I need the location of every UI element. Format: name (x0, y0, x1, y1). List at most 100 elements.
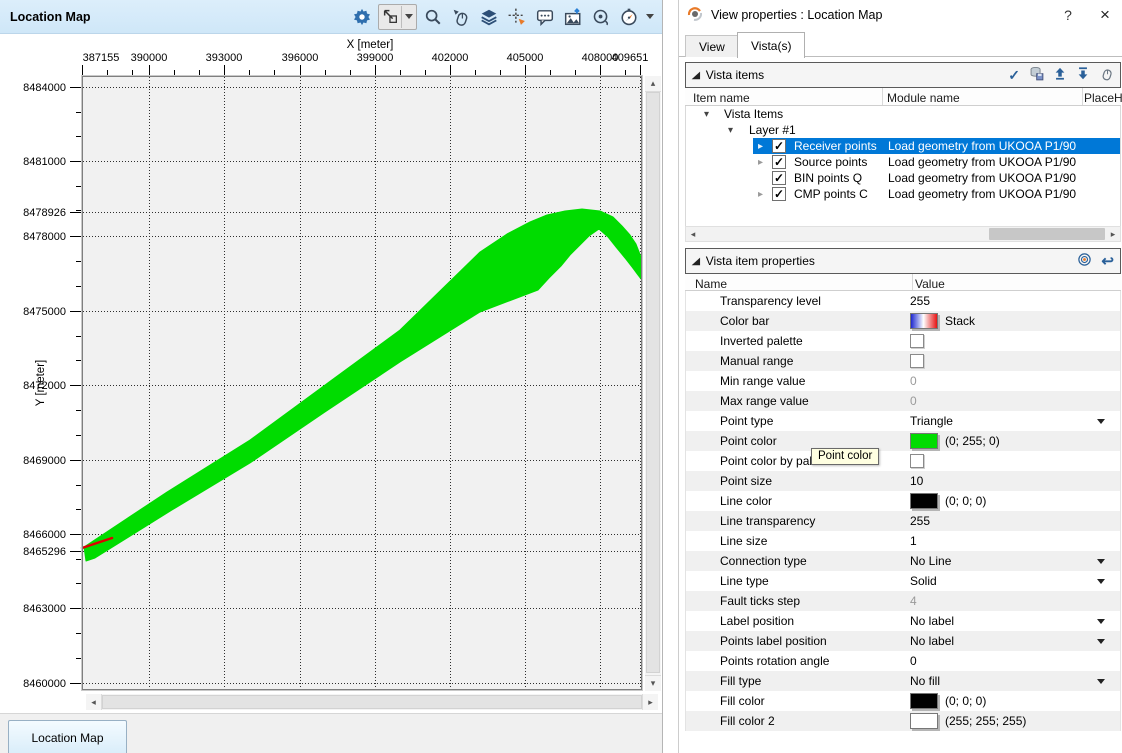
property-value[interactable]: (0; 0; 0) (910, 493, 986, 509)
tree-row-vista-items[interactable]: ▾ Vista Items (686, 106, 1120, 122)
tab-location-map-label: Location Map (31, 731, 103, 745)
scrollbar-thumb[interactable] (989, 228, 1105, 240)
property-value[interactable]: 1 (910, 534, 917, 548)
tree-row-layer-1[interactable]: ▾ Layer #1 (686, 122, 1120, 138)
property-value[interactable]: No label (910, 634, 954, 648)
item-checkbox[interactable]: ✓ (772, 171, 786, 185)
tab-location-map[interactable]: Location Map (8, 720, 127, 753)
compass-dropdown[interactable] (646, 14, 654, 19)
color-swatch[interactable] (910, 693, 938, 709)
scroll-right-icon[interactable]: ▸ (642, 694, 658, 710)
select-view-dropdown[interactable] (401, 6, 416, 28)
property-value[interactable]: No fill (910, 674, 940, 688)
comment-icon[interactable] (533, 5, 557, 29)
column-name[interactable]: Name (695, 277, 727, 291)
check-all-icon[interactable]: ✓ (1008, 67, 1020, 84)
expand-arrow-icon[interactable]: ▸ (758, 189, 763, 200)
vista-items-section-header[interactable]: ◢ Vista items ✓ (685, 62, 1121, 88)
tree-row-cmp-points[interactable]: ▸ ✓ CMP points C Load geometry from UKOO… (686, 186, 1120, 202)
scroll-up-icon[interactable]: ▴ (645, 76, 661, 92)
item-checkbox[interactable]: ✓ (772, 155, 786, 169)
property-value[interactable]: 0 (910, 654, 917, 668)
checkbox[interactable] (910, 354, 924, 368)
property-value[interactable] (910, 454, 924, 468)
property-value[interactable]: Solid (910, 574, 937, 588)
checkbox[interactable] (910, 334, 924, 348)
properties-grid: Transparency level255Color barStackInver… (685, 291, 1121, 731)
collapse-triangle-icon[interactable]: ◢ (692, 70, 700, 81)
scroll-down-icon[interactable]: ▾ (645, 675, 661, 691)
tree-horizontal-scrollbar[interactable]: ◂ ▸ (685, 226, 1121, 242)
scroll-left-icon[interactable]: ◂ (686, 227, 700, 241)
view-properties-dialog: View properties : Location Map ? × View … (678, 0, 1122, 753)
property-value[interactable]: 255 (910, 514, 930, 528)
dropdown-caret-icon[interactable] (1097, 639, 1105, 644)
move-down-icon[interactable] (1076, 66, 1090, 84)
mouse-select-icon[interactable] (449, 5, 473, 29)
color-swatch[interactable] (910, 433, 938, 449)
scroll-right-icon[interactable]: ▸ (1106, 227, 1120, 241)
database-save-icon[interactable] (1029, 66, 1044, 84)
collapse-arrow-icon[interactable]: ▾ (728, 125, 733, 136)
dropdown-caret-icon[interactable] (1097, 559, 1105, 564)
collapse-arrow-icon[interactable]: ▾ (704, 109, 709, 120)
pick-position-icon[interactable] (505, 5, 529, 29)
property-value[interactable]: (0; 0; 0) (910, 693, 986, 709)
property-value[interactable]: Stack (910, 313, 975, 329)
checkbox[interactable] (910, 454, 924, 468)
column-placeholder[interactable]: PlaceH (1084, 91, 1122, 105)
property-value[interactable]: No label (910, 614, 954, 628)
settings-icon[interactable] (350, 5, 374, 29)
scrollbar-thumb[interactable] (102, 695, 642, 709)
property-value[interactable]: Triangle (910, 414, 953, 428)
location-map-plot[interactable]: 3871553900003930003960003990004020004050… (0, 33, 662, 713)
tab-vistas[interactable]: Vista(s) (737, 32, 805, 58)
export-image-icon[interactable] (561, 5, 585, 29)
map-vertical-scrollbar[interactable]: ▴ ▾ (645, 76, 661, 691)
compass-icon[interactable] (617, 5, 641, 29)
target-icon[interactable] (1077, 252, 1092, 270)
layers-icon[interactable] (477, 5, 501, 29)
zoom-region-icon[interactable] (589, 5, 613, 29)
select-view-button-group (378, 4, 417, 30)
collapse-triangle-icon[interactable]: ◢ (692, 256, 700, 267)
scroll-left-icon[interactable]: ◂ (86, 694, 102, 710)
tab-view[interactable]: View (685, 35, 739, 57)
help-button[interactable]: ? (1057, 4, 1079, 26)
select-view-icon[interactable] (379, 6, 401, 28)
color-swatch[interactable] (910, 713, 938, 729)
color-swatch[interactable] (910, 493, 938, 509)
map-horizontal-scrollbar[interactable]: ◂ ▸ (86, 694, 658, 710)
property-value[interactable] (910, 354, 924, 368)
scrollbar-thumb[interactable] (646, 92, 660, 673)
dropdown-caret-icon[interactable] (1097, 679, 1105, 684)
column-value[interactable]: Value (915, 277, 945, 291)
zoom-icon[interactable] (421, 5, 445, 29)
mouse-deselect-icon[interactable] (1099, 66, 1114, 84)
expand-arrow-icon[interactable]: ▸ (758, 157, 763, 168)
property-value[interactable]: No Line (910, 554, 951, 568)
property-label: Label position (720, 614, 794, 628)
move-up-icon[interactable] (1053, 66, 1067, 84)
colorbar-swatch[interactable] (910, 313, 938, 329)
tree-row-source-points[interactable]: ▸ ✓ Source points Load geometry from UKO… (686, 154, 1120, 170)
dropdown-caret-icon[interactable] (1097, 619, 1105, 624)
tree-row-bin-points[interactable]: ✓ BIN points Q Load geometry from UKOOA … (686, 170, 1120, 186)
dropdown-caret-icon[interactable] (1097, 579, 1105, 584)
close-icon[interactable]: × (1093, 4, 1117, 26)
property-value[interactable]: 10 (910, 474, 923, 488)
undo-icon[interactable]: ↩ (1101, 252, 1114, 270)
property-value[interactable]: 255 (910, 294, 930, 308)
svg-text:393000: 393000 (206, 52, 243, 64)
tree-row-receiver-points[interactable]: ▸ ✓ Receiver points Load geometry from U… (686, 138, 1120, 154)
dropdown-caret-icon[interactable] (1097, 419, 1105, 424)
property-value[interactable] (910, 334, 924, 348)
expand-arrow-icon[interactable]: ▸ (758, 141, 763, 152)
item-checkbox[interactable]: ✓ (772, 187, 786, 201)
property-value[interactable]: (255; 255; 255) (910, 713, 1026, 729)
column-item-name[interactable]: Item name (693, 91, 750, 105)
item-properties-section-header[interactable]: ◢ Vista item properties ↩ (685, 248, 1121, 274)
item-checkbox[interactable]: ✓ (772, 139, 786, 153)
property-value[interactable]: (0; 255; 0) (910, 433, 1000, 449)
column-module-name[interactable]: Module name (887, 91, 960, 105)
